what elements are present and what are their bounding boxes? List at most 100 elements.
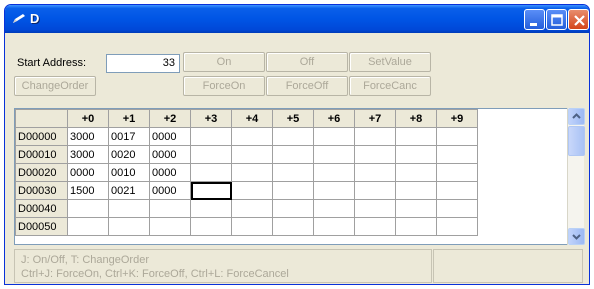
scroll-down-button[interactable] [568, 228, 585, 245]
memory-cell[interactable] [149, 199, 191, 218]
memory-cell[interactable] [67, 217, 109, 236]
toolbar: Start Address: 33 On Off SetValue Change… [5, 33, 589, 117]
memory-cell[interactable] [395, 127, 437, 146]
memory-cell[interactable] [272, 181, 314, 200]
on-button[interactable]: On [183, 52, 265, 72]
memory-grid: +0 +1 +2 +3 +4 +5 +6 +7 +8 +9 D00000 3000 0017 0000 D… [14, 108, 577, 245]
memory-cell[interactable] [190, 181, 232, 200]
column-header: +0 [67, 109, 109, 128]
memory-cell[interactable] [272, 145, 314, 164]
column-header: +3 [190, 109, 232, 128]
vertical-scrollbar[interactable] [567, 108, 585, 245]
memory-cell[interactable] [108, 199, 150, 218]
row-address: D00000 [15, 127, 68, 146]
memory-cell[interactable] [272, 127, 314, 146]
forceoff-button[interactable]: ForceOff [266, 76, 348, 96]
row-address: D00020 [15, 163, 68, 182]
memory-cell[interactable] [313, 217, 355, 236]
memory-cell[interactable] [190, 127, 232, 146]
maximize-icon [551, 14, 563, 26]
forcecancel-button[interactable]: ForceCanc [349, 76, 431, 96]
memory-cell[interactable] [313, 199, 355, 218]
table-row: D00000 3000 0017 0000 [15, 127, 576, 146]
column-header: +2 [149, 109, 191, 128]
memory-cell[interactable]: 0017 [108, 127, 150, 146]
forceon-button[interactable]: ForceOn [183, 76, 265, 96]
memory-cell[interactable] [231, 145, 273, 164]
memory-cell[interactable]: 3000 [67, 145, 109, 164]
close-button[interactable] [568, 9, 589, 30]
column-header-filler [477, 109, 576, 128]
memory-cell[interactable] [395, 145, 437, 164]
memory-cell[interactable] [231, 199, 273, 218]
row-filler [477, 181, 576, 200]
row-filler [477, 163, 576, 182]
title-bar[interactable]: D [5, 5, 589, 33]
memory-cell[interactable] [436, 127, 478, 146]
memory-cell[interactable] [190, 145, 232, 164]
shortcut-hint-line-2: Ctrl+J: ForceOn, Ctrl+K: ForceOff, Ctrl+… [21, 268, 289, 280]
memory-cell[interactable]: 0000 [67, 163, 109, 182]
start-address-input[interactable]: 33 [106, 54, 180, 73]
row-filler [477, 199, 576, 218]
memory-cell[interactable] [354, 217, 396, 236]
memory-cell[interactable] [313, 145, 355, 164]
column-header: +1 [108, 109, 150, 128]
memory-cell[interactable]: 1500 [67, 181, 109, 200]
table-row: D00010 3000 0020 0000 [15, 145, 576, 164]
memory-cell[interactable] [190, 217, 232, 236]
memory-cell[interactable] [108, 217, 150, 236]
table-row: D00020 0000 0010 0000 [15, 163, 576, 182]
memory-cell[interactable] [354, 181, 396, 200]
setvalue-button[interactable]: SetValue [349, 52, 431, 72]
column-header: +9 [436, 109, 478, 128]
memory-cell[interactable] [354, 199, 396, 218]
memory-cell[interactable]: 0000 [149, 127, 191, 146]
memory-cell[interactable] [395, 199, 437, 218]
memory-cell[interactable] [231, 163, 273, 182]
column-header: +7 [354, 109, 396, 128]
memory-cell[interactable] [231, 217, 273, 236]
memory-cell[interactable] [149, 217, 191, 236]
memory-cell[interactable] [313, 163, 355, 182]
memory-cell[interactable]: 0010 [108, 163, 150, 182]
maximize-button[interactable] [546, 9, 567, 30]
memory-cell[interactable] [272, 163, 314, 182]
minimize-button[interactable] [524, 9, 545, 30]
memory-cell[interactable] [231, 127, 273, 146]
scroll-up-button[interactable] [568, 108, 585, 125]
status-panel [433, 249, 583, 283]
memory-cell[interactable]: 0020 [108, 145, 150, 164]
memory-cell[interactable] [67, 199, 109, 218]
memory-cell[interactable] [313, 181, 355, 200]
table-row: D00030 1500 0021 0000 [15, 181, 576, 200]
chevron-up-icon [572, 113, 581, 119]
memory-cell[interactable] [436, 217, 478, 236]
memory-cell[interactable] [395, 217, 437, 236]
memory-cell[interactable] [436, 163, 478, 182]
memory-cell[interactable] [354, 145, 396, 164]
memory-cell[interactable]: 0021 [108, 181, 150, 200]
memory-cell[interactable] [354, 163, 396, 182]
memory-cell[interactable] [436, 181, 478, 200]
scroll-thumb[interactable] [568, 126, 585, 156]
memory-cell[interactable] [272, 199, 314, 218]
memory-cell[interactable] [436, 145, 478, 164]
row-address: D00030 [15, 181, 68, 200]
memory-cell[interactable]: 0000 [149, 163, 191, 182]
memory-cell[interactable] [231, 181, 273, 200]
memory-cell[interactable]: 3000 [67, 127, 109, 146]
memory-cell[interactable] [354, 127, 396, 146]
changeorder-button[interactable]: ChangeOrder [14, 76, 96, 96]
memory-cell[interactable]: 0000 [149, 181, 191, 200]
memory-cell[interactable] [436, 199, 478, 218]
memory-cell[interactable] [190, 163, 232, 182]
off-button[interactable]: Off [266, 52, 348, 72]
memory-cell[interactable] [395, 163, 437, 182]
memory-cell[interactable]: 0000 [149, 145, 191, 164]
memory-cell[interactable] [190, 199, 232, 218]
memory-cell[interactable] [313, 127, 355, 146]
column-header: +4 [231, 109, 273, 128]
memory-cell[interactable] [395, 181, 437, 200]
memory-cell[interactable] [272, 217, 314, 236]
